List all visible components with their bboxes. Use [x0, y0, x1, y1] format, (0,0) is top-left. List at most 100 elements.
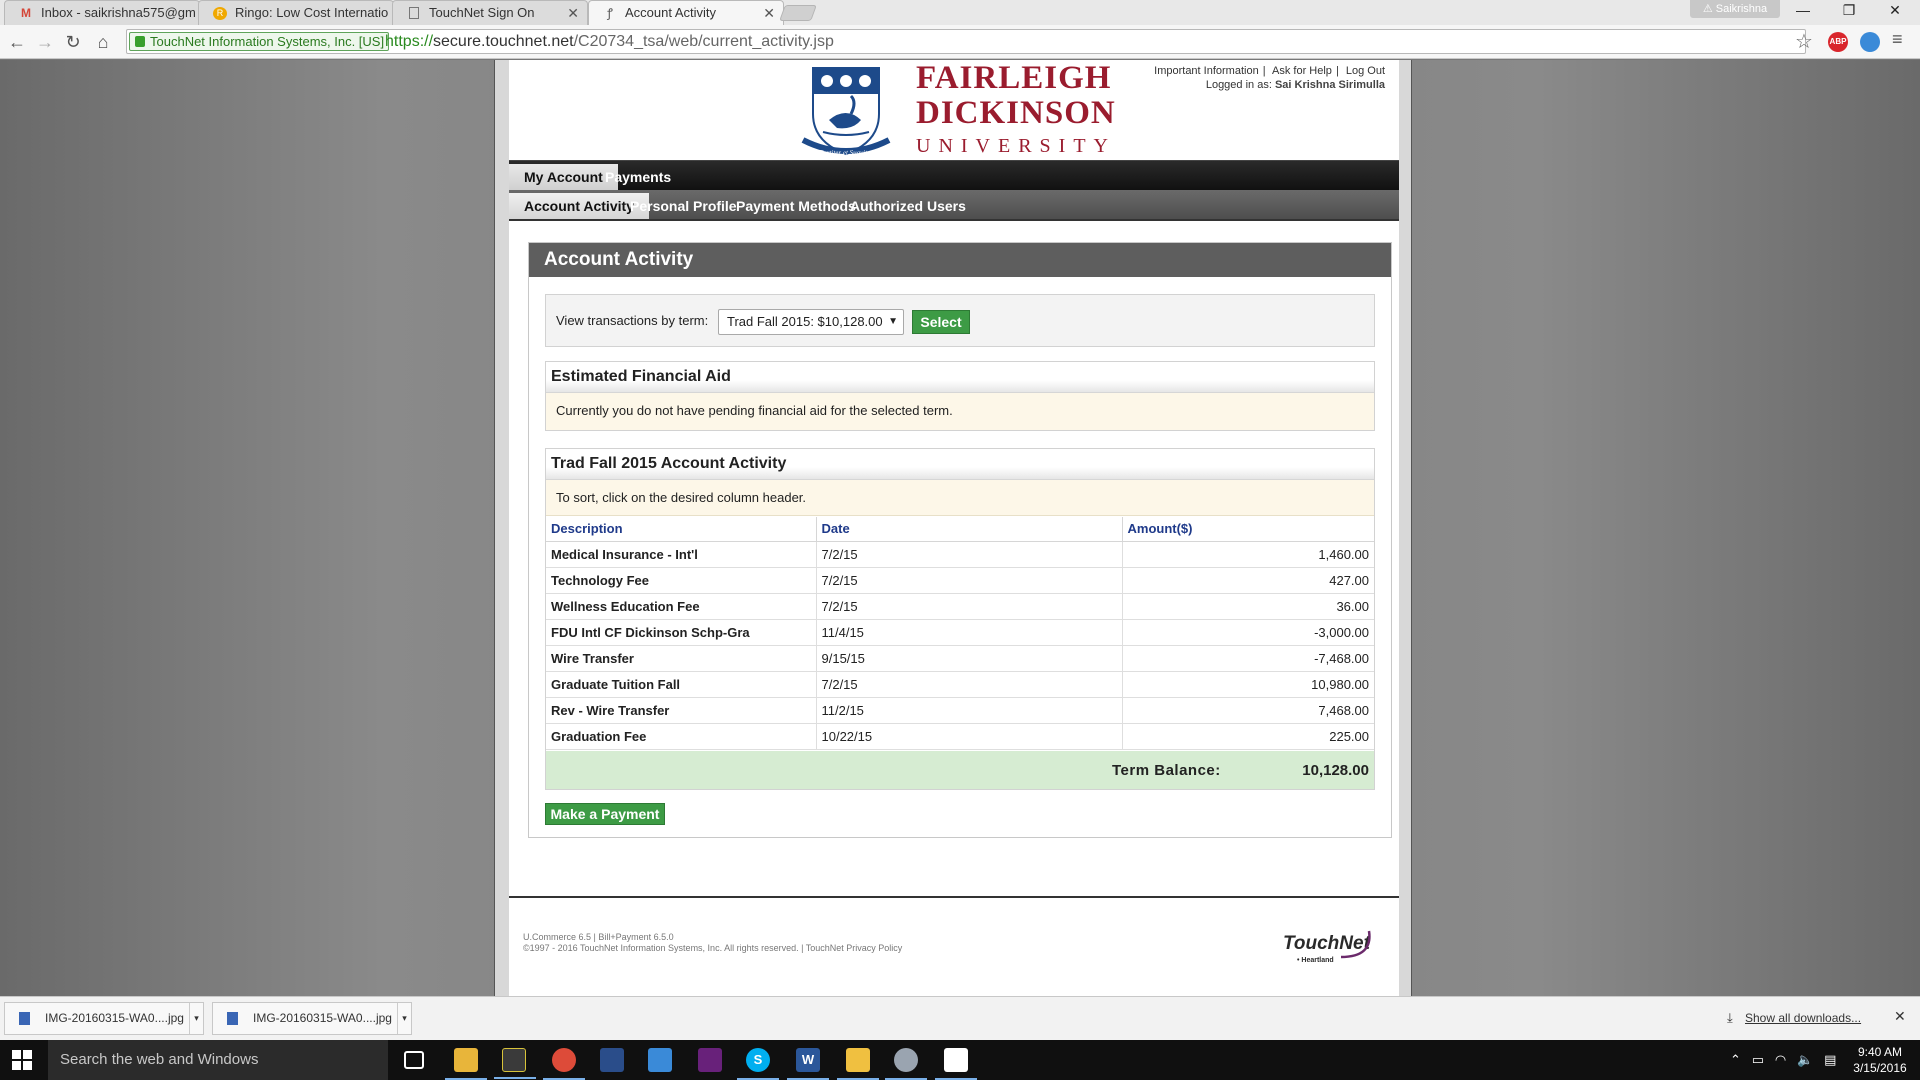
chevron-down-icon[interactable]: ▾: [189, 1003, 203, 1034]
download-item[interactable]: IMG-20160315-WA0....jpg ▾: [4, 1002, 204, 1035]
minimize-icon[interactable]: —: [1788, 2, 1818, 18]
column-header-date[interactable]: Date: [816, 517, 1123, 542]
home-icon[interactable]: ⌂: [92, 31, 114, 53]
table-row: Rev - Wire Transfer 11/2/15 7,468.00: [546, 697, 1374, 724]
browser-tab-ringo[interactable]: R Ringo: Low Cost Internatio: [198, 0, 394, 25]
column-header-description[interactable]: Description: [546, 517, 817, 542]
row-date: 11/2/15: [816, 697, 1123, 724]
log-out-link[interactable]: Log Out: [1346, 65, 1385, 77]
ev-certificate-badge[interactable]: TouchNet Information Systems, Inc. [US]: [129, 32, 390, 51]
ask-for-help-link[interactable]: Ask for Help: [1272, 65, 1332, 77]
make-payment-button[interactable]: Make a Payment: [545, 803, 665, 825]
page-frame: Fortiter et Suaviter FAIRLEIGH DICKINSON…: [494, 60, 1412, 996]
skype-icon[interactable]: S: [737, 1048, 779, 1080]
notification-icon[interactable]: ▤: [1824, 1052, 1836, 1067]
visual-studio-icon[interactable]: [698, 1048, 722, 1072]
term-select[interactable]: Trad Fall 2015: $10,128.00 ▼: [718, 309, 904, 335]
activity-title: Trad Fall 2015 Account Activity: [546, 449, 1374, 480]
image-file-icon: [227, 1012, 238, 1025]
download-icon: ⤓: [1727, 1010, 1733, 1025]
university-name: FAIRLEIGH DICKINSON UNIVERSITY: [916, 60, 1116, 157]
folder-icon[interactable]: [837, 1048, 879, 1080]
settings-gear-icon[interactable]: [885, 1048, 927, 1080]
photos-icon[interactable]: [935, 1048, 977, 1080]
new-tab-button[interactable]: [779, 5, 817, 21]
row-description: Medical Insurance - Int'l: [546, 541, 817, 568]
taskbar-search-box[interactable]: Search the web and Windows: [48, 1040, 388, 1080]
reload-icon[interactable]: ↻: [62, 31, 84, 53]
file-explorer-icon[interactable]: [445, 1048, 487, 1080]
restore-icon[interactable]: ❐: [1834, 2, 1864, 19]
university-header: Fortiter et Suaviter FAIRLEIGH DICKINSON…: [509, 60, 1399, 160]
close-window-icon[interactable]: ✕: [1880, 2, 1910, 19]
profile-badge[interactable]: ⚠ Saikrishna: [1690, 0, 1780, 18]
download-item[interactable]: IMG-20160315-WA0....jpg ▾: [212, 1002, 412, 1035]
ringo-icon: R: [213, 7, 227, 20]
row-description: Graduation Fee: [546, 723, 817, 750]
row-description: Wellness Education Fee: [546, 593, 817, 620]
url-text[interactable]: https://secure.touchnet.net/C20734_tsa/w…: [385, 32, 834, 52]
row-amount: 427.00: [1122, 567, 1374, 594]
chrome-menu-icon[interactable]: ≡: [1892, 29, 1903, 50]
row-description: Technology Fee: [546, 567, 817, 594]
financial-aid-message: Currently you do not have pending financ…: [546, 393, 1374, 430]
row-date: 7/2/15: [816, 567, 1123, 594]
browser-tab-touchnet-sign-on[interactable]: TouchNet Sign On ✕: [392, 0, 588, 25]
primary-nav: My Account Payments: [509, 160, 1399, 191]
windows-start-icon[interactable]: [12, 1050, 32, 1070]
important-information-link[interactable]: Important Information: [1154, 65, 1259, 77]
forward-icon[interactable]: →: [34, 31, 56, 53]
globe-extension-icon[interactable]: [1860, 32, 1880, 52]
financial-aid-title: Estimated Financial Aid: [546, 362, 1374, 393]
show-all-downloads-link[interactable]: ⤓ Show all downloads...: [1727, 1010, 1861, 1025]
window-app-icon[interactable]: [648, 1048, 672, 1072]
close-downloads-icon[interactable]: ✕: [1894, 1008, 1906, 1025]
header-links: Important Information | Ask for Help | Log…: [1154, 65, 1385, 91]
column-header-amount[interactable]: Amount($): [1122, 517, 1374, 542]
row-amount: -7,468.00: [1122, 645, 1374, 672]
app-icon[interactable]: [600, 1048, 624, 1072]
term-balance-label: Term Balance:: [1112, 762, 1221, 779]
row-date: 11/4/15: [816, 619, 1123, 646]
tool-app-icon[interactable]: [494, 1048, 536, 1079]
bookmark-star-icon[interactable]: ☆: [1795, 29, 1813, 54]
subnav-authorized-users[interactable]: Authorized Users: [835, 193, 981, 219]
row-date: 9/15/15: [816, 645, 1123, 672]
volume-icon[interactable]: 🔈: [1797, 1052, 1813, 1067]
browser-tab-gmail[interactable]: M Inbox - saikrishna575@gm: [4, 0, 200, 25]
term-label: View transactions by term:: [556, 313, 709, 328]
table-row: FDU Intl CF Dickinson Schp-Gra 11/4/15 -3,…: [546, 619, 1374, 646]
browser-tab-account-activity[interactable]: ꝭ Account Activity ✕: [588, 0, 784, 25]
taskbar-clock[interactable]: 9:40 AM 3/15/2016: [1848, 1044, 1912, 1076]
term-balance-row: Term Balance: 10,128.00: [546, 751, 1374, 789]
task-view-icon[interactable]: [404, 1051, 424, 1069]
word-icon[interactable]: W: [787, 1048, 829, 1080]
row-description: Wire Transfer: [546, 645, 817, 672]
back-icon[interactable]: ←: [6, 31, 28, 53]
term-filter: View transactions by term: Trad Fall 201…: [545, 294, 1375, 347]
table-row: Medical Insurance - Int'l 7/2/15 1,460.00: [546, 541, 1374, 568]
chevron-down-icon[interactable]: ▾: [397, 1003, 411, 1034]
abp-icon[interactable]: ABP: [1828, 32, 1848, 52]
footer-divider: [509, 896, 1399, 898]
row-amount: 1,460.00: [1122, 541, 1374, 568]
chrome-icon[interactable]: [543, 1048, 585, 1080]
browser-tab-strip: M Inbox - saikrishna575@gm R Ringo: Low …: [0, 0, 1920, 25]
address-bar[interactable]: TouchNet Information Systems, Inc. [US] …: [126, 29, 1806, 54]
page-icon: [409, 7, 419, 19]
chevron-up-icon[interactable]: ⌃: [1730, 1052, 1741, 1067]
nav-payments[interactable]: Payments: [590, 164, 686, 191]
row-amount: 10,980.00: [1122, 671, 1374, 698]
table-header-row: Description Date Amount($): [546, 517, 1374, 542]
battery-icon[interactable]: ▭: [1752, 1052, 1764, 1067]
select-term-button[interactable]: Select: [912, 310, 970, 334]
table-row: Wellness Education Fee 7/2/15 36.00: [546, 593, 1374, 620]
close-tab-icon[interactable]: ✕: [567, 1, 579, 25]
wifi-icon[interactable]: ◠: [1775, 1052, 1786, 1067]
table-row: Graduate Tuition Fall 7/2/15 10,980.00: [546, 671, 1374, 698]
footer-version: U.Commerce 6.5 | Bill+Payment 6.5.0: [523, 932, 674, 942]
close-tab-icon[interactable]: ✕: [763, 1, 775, 25]
page-content: Fortiter et Suaviter FAIRLEIGH DICKINSON…: [509, 60, 1399, 996]
svg-text:TouchNet: TouchNet: [1283, 933, 1371, 954]
touchnet-icon: ꝭ: [607, 6, 613, 20]
